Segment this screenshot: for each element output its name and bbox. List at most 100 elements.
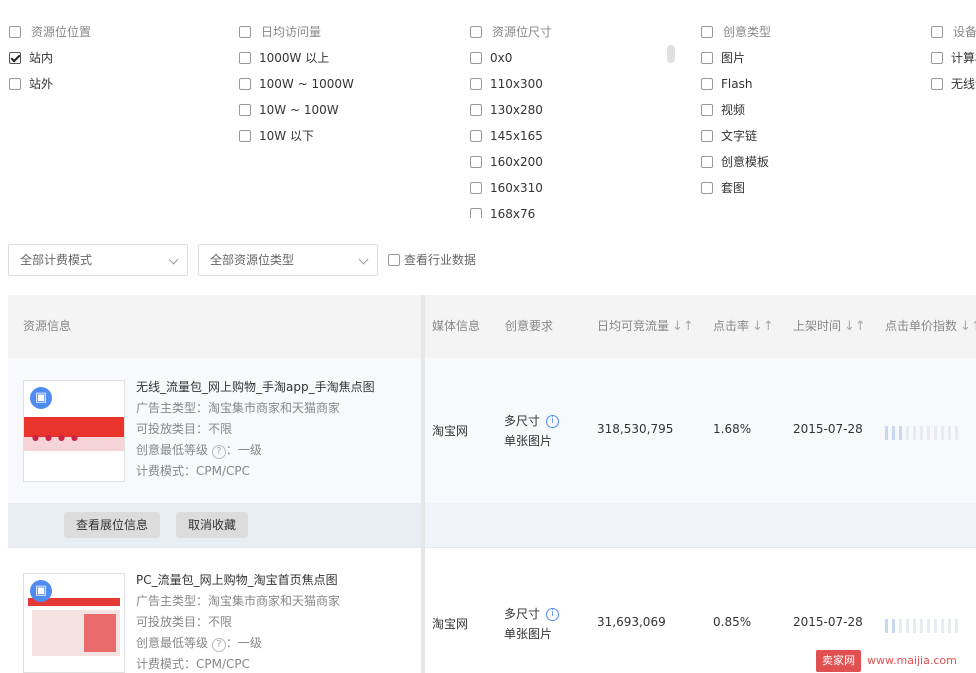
filter-item[interactable]: 无线设备 — [931, 74, 976, 100]
filter-size-all[interactable]: 资源位尺寸 — [470, 22, 552, 48]
checkbox[interactable] — [470, 207, 482, 218]
checkbox[interactable] — [239, 129, 251, 142]
filter-item-offsite[interactable]: 站外 — [9, 74, 91, 100]
filter-item[interactable]: 创意模板 — [701, 152, 771, 178]
checkbox[interactable] — [701, 51, 713, 64]
cpc-index-bar — [899, 619, 902, 633]
cpc-index-bar — [885, 619, 888, 633]
filter-item[interactable]: 160x200 — [470, 152, 552, 178]
cpc-index-bar — [934, 619, 937, 633]
checkbox[interactable] — [239, 77, 251, 90]
checkbox[interactable] — [470, 103, 482, 116]
advertiser-type: 广告主类型：淘宝集市商家和天猫商家 — [136, 401, 341, 415]
filter-position: 资源位位置 站内 站外 — [9, 22, 91, 100]
checkbox[interactable] — [470, 51, 482, 64]
view-slot-info-button[interactable]: 查看展位信息 — [64, 512, 161, 538]
checkbox[interactable] — [9, 51, 21, 64]
resource-title[interactable]: PC_流量包_网上购物_淘宝首页焦点图 — [136, 570, 340, 591]
question-icon[interactable]: ? — [211, 445, 226, 459]
cpc-index-bars — [885, 619, 962, 633]
checkbox[interactable] — [931, 25, 943, 38]
cpc-index-bar — [920, 619, 923, 633]
ctr-value: 0.85% — [713, 615, 752, 629]
col-ctr-label: 点击率 — [713, 319, 750, 333]
checkbox[interactable] — [931, 51, 943, 64]
filter-item[interactable]: 145x165 — [470, 126, 552, 152]
filter-traffic-all[interactable]: 日均访问量 — [239, 22, 354, 48]
checkbox[interactable] — [701, 129, 713, 142]
filter-creative: 创意类型 图片 Flash 视频 文字链 创意模板 套图 — [701, 22, 771, 204]
cpc-index-bar — [941, 426, 944, 440]
media-name: 淘宝网 — [432, 424, 469, 438]
site-watermark: 卖家网 www.maijia.com — [816, 650, 957, 672]
filter-creative-all[interactable]: 创意类型 — [701, 22, 771, 48]
cpc-index-bars — [885, 426, 962, 440]
filter-item[interactable]: 图片 — [701, 48, 771, 74]
filter-item[interactable]: 130x280 — [470, 100, 552, 126]
cpc-index-bar — [892, 426, 895, 440]
filter-item[interactable]: 视频 — [701, 100, 771, 126]
checkbox[interactable] — [470, 181, 482, 194]
cpc-index-bar — [948, 619, 951, 633]
filter-item[interactable]: 10W ~ 100W — [239, 100, 354, 126]
filter-size[interactable]: 资源位尺寸 0x0 110x300 130x280 145x165 160x20… — [470, 22, 552, 218]
checkbox[interactable] — [701, 77, 713, 90]
category: 可投放类目：不限 — [136, 422, 233, 436]
filter-item[interactable]: 10W 以下 — [239, 126, 354, 152]
unfavorite-button[interactable]: 取消收藏 — [176, 512, 249, 538]
traffic-value: 31,693,069 — [597, 615, 666, 629]
checkbox[interactable] — [388, 253, 400, 266]
resource-thumbnail[interactable]: ●●●● ▣ — [23, 380, 125, 482]
filter-item[interactable]: 0x0 — [470, 48, 552, 74]
cpc-index-bar — [920, 426, 923, 440]
checkbox[interactable] — [239, 51, 251, 64]
checkbox[interactable] — [701, 181, 713, 194]
cpc-index-bar — [906, 426, 909, 440]
filter-device-all[interactable]: 设备 — [931, 22, 976, 48]
industry-data-toggle[interactable]: 查看行业数据 — [388, 250, 476, 270]
checkbox[interactable] — [701, 155, 713, 168]
filter-item[interactable]: 110x300 — [470, 74, 552, 100]
checkbox[interactable] — [931, 77, 943, 90]
checkbox[interactable] — [9, 25, 21, 38]
question-icon[interactable]: ? — [211, 638, 226, 652]
filter-item[interactable]: 文字链 — [701, 126, 771, 152]
resource-thumbnail[interactable]: ▣ — [23, 573, 125, 673]
cpc-index-bar — [955, 426, 958, 440]
checkbox[interactable] — [470, 25, 482, 38]
size-list-scrollbar[interactable] — [667, 45, 675, 63]
col-cpc-index-sort[interactable]: 点击单价指数↓↑ — [885, 295, 976, 358]
checkbox[interactable] — [470, 77, 482, 90]
filter-item[interactable]: 计算机 — [931, 48, 976, 74]
filter-item[interactable]: 100W ~ 1000W — [239, 74, 354, 100]
info-icon[interactable]: i — [546, 608, 560, 621]
checkbox[interactable] — [470, 129, 482, 142]
col-resource: 资源信息 — [23, 319, 72, 333]
resource-type-select[interactable]: 全部资源位类型 — [198, 244, 378, 276]
checkbox[interactable] — [470, 155, 482, 168]
cpc-index-bar — [913, 619, 916, 633]
filter-item-onsite[interactable]: 站内 — [9, 48, 91, 74]
billing-mode-select[interactable]: 全部计费模式 — [8, 244, 188, 276]
filter-item[interactable]: 160x310 — [470, 178, 552, 204]
cpc-index-bar — [948, 426, 951, 440]
filter-item[interactable]: 套图 — [701, 178, 771, 204]
date-value: 2015-07-28 — [793, 422, 863, 436]
col-ctr-sort[interactable]: 点击率 ↓↑ — [713, 295, 774, 358]
filter-item[interactable]: 1000W 以上 — [239, 48, 354, 74]
info-icon[interactable]: i — [546, 415, 560, 428]
filter-position-all[interactable]: 资源位位置 — [9, 22, 91, 48]
checkbox[interactable] — [701, 25, 713, 38]
col-date-sort[interactable]: 上架时间 ↓↑ — [793, 295, 866, 358]
checkbox[interactable] — [239, 103, 251, 116]
checkbox[interactable] — [239, 25, 251, 38]
checkbox[interactable] — [701, 103, 713, 116]
col-traffic-sort[interactable]: 日均可竞流量 ↓↑ — [597, 295, 694, 358]
checkbox[interactable] — [9, 77, 21, 90]
col-media: 媒体信息 — [432, 319, 481, 333]
resource-title[interactable]: 无线_流量包_网上购物_手淘app_手淘焦点图 — [136, 377, 375, 398]
filter-item[interactable]: 168x76 — [470, 204, 552, 218]
filter-item[interactable]: Flash — [701, 74, 771, 100]
resource-info: PC_流量包_网上购物_淘宝首页焦点图 广告主类型：淘宝集市商家和天猫商家 可投… — [136, 570, 340, 673]
creative-req: 多尺寸 i 单张图片 — [504, 604, 560, 644]
